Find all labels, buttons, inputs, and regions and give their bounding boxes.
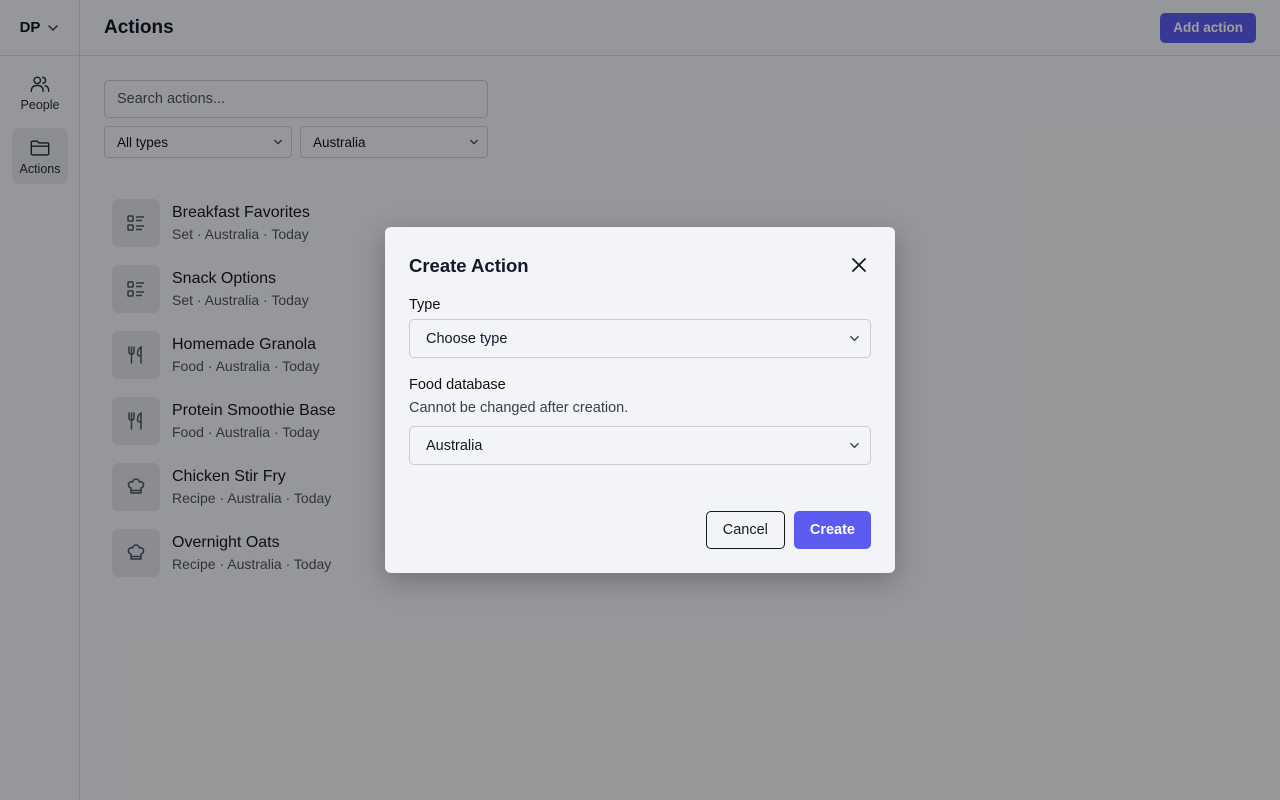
food-database-value: Australia bbox=[426, 437, 483, 454]
close-icon bbox=[852, 258, 866, 272]
create-action-dialog: Create Action Type Choose type Food data… bbox=[385, 227, 895, 573]
app: DP People Actions Actions Add action Sea… bbox=[0, 0, 1280, 800]
create-button[interactable]: Create bbox=[793, 511, 871, 549]
cancel-button[interactable]: Cancel bbox=[705, 511, 785, 549]
chevron-down-icon bbox=[849, 333, 860, 344]
food-database-select[interactable]: Australia bbox=[409, 426, 871, 465]
dialog-actions: Cancel Create bbox=[705, 511, 871, 549]
close-button[interactable] bbox=[849, 255, 869, 275]
type-select[interactable]: Choose type bbox=[409, 319, 871, 358]
food-database-label: Food database bbox=[409, 377, 506, 393]
type-label: Type bbox=[409, 297, 441, 313]
type-select-value: Choose type bbox=[426, 330, 508, 347]
food-database-help: Cannot be changed after creation. bbox=[409, 400, 629, 416]
chevron-down-icon bbox=[849, 440, 860, 451]
dialog-title: Create Action bbox=[409, 255, 529, 276]
